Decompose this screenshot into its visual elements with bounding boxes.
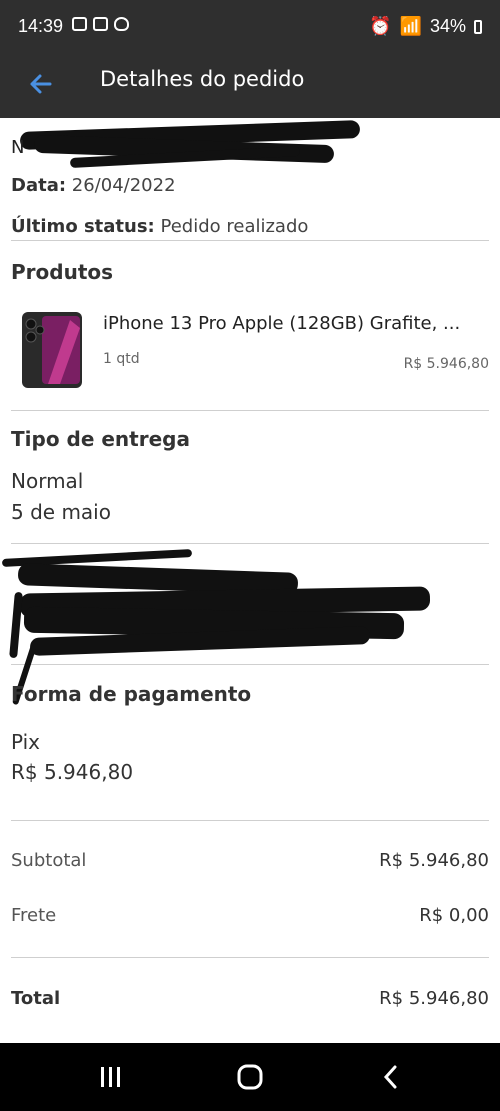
iphone-product-image [22,312,82,388]
divider [11,410,489,411]
status-icons [72,17,129,31]
recent-apps-icon[interactable] [96,1062,126,1092]
divider [11,820,489,821]
payment-amount: R$ 5.946,80 [11,760,134,784]
gallery-icon [72,17,87,31]
product-item[interactable]: iPhone 13 Pro Apple (128GB) Grafite, ...… [11,304,489,394]
payment-title: Forma de pagamento [11,682,252,706]
delivery-type: Normal [11,469,84,493]
battery-percent: 34% [429,16,466,36]
subtotal-value: R$ 5.946,80 [379,850,489,871]
divider [11,664,489,665]
product-price: R$ 5.946,80 [403,356,489,372]
delivery-title: Tipo de entrega [11,427,190,451]
order-status-label: Último status: [11,216,155,237]
divider [11,957,489,958]
back-icon[interactable] [376,1062,406,1092]
total-value: R$ 5.946,80 [379,988,489,1009]
home-icon[interactable] [235,1062,265,1092]
status-right: ⏰ 📶 34% [369,16,482,37]
product-qty: 1 qtd [103,351,140,367]
order-number-initial: N [11,137,25,158]
payment-method: Pix [11,730,41,754]
product-name: iPhone 13 Pro Apple (128GB) Grafite, ... [103,313,461,334]
subtotal-label: Subtotal [11,850,87,871]
alarm-icon: ⏰ [369,16,392,36]
redaction-scribble [9,591,23,659]
back-arrow-icon[interactable] [24,68,56,100]
products-title: Produtos [11,260,114,284]
battery-icon [474,19,482,34]
delivery-date: 5 de maio [11,500,111,524]
wifi-icon: 📶 [399,16,422,36]
divider [11,240,489,241]
app-bar: Detalhes do pedido [0,56,500,118]
page-title: Detalhes do pedido [100,67,305,91]
image-icon [93,17,108,31]
system-nav-bar [0,1043,500,1111]
order-status-row: Último status: Pedido realizado [11,216,308,237]
order-date-row: Data: 26/04/2022 [11,175,176,196]
status-bar: 14:39 ⏰ 📶 34% [0,0,500,56]
order-date-value: 26/04/2022 [71,175,176,196]
total-label: Total [11,988,61,1009]
divider [11,543,489,544]
shield-icon [114,17,129,31]
status-time: 14:39 [18,16,64,36]
order-date-label: Data: [11,175,67,196]
shipping-value: R$ 0,00 [419,905,489,926]
order-status-value: Pedido realizado [160,216,309,237]
redacted-address [0,548,500,663]
shipping-label: Frete [11,905,57,926]
